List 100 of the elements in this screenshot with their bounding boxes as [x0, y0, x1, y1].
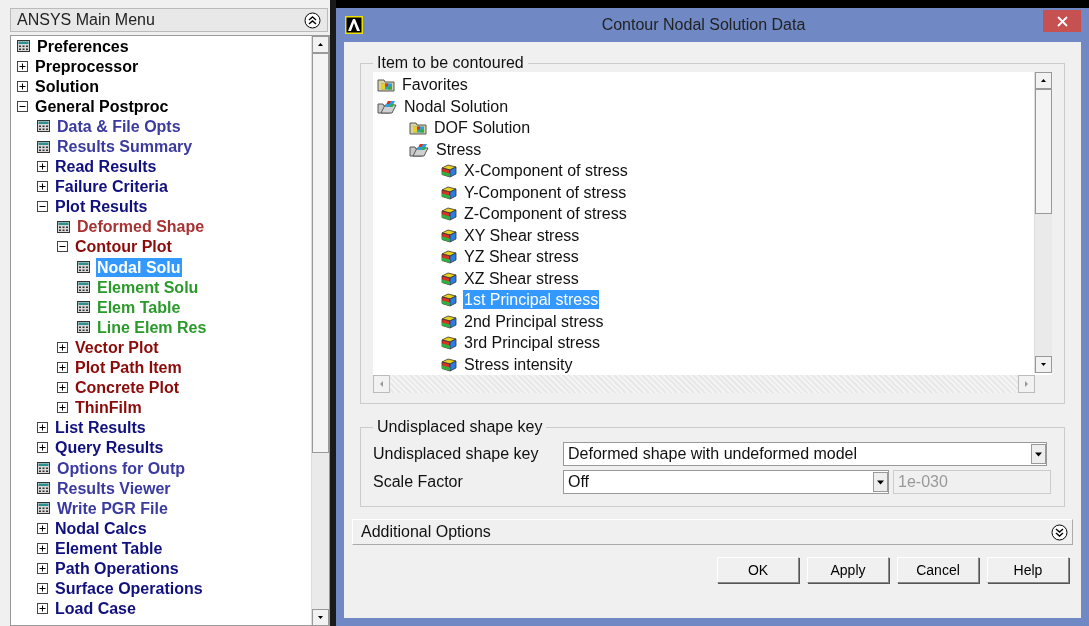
menu-item[interactable]: Concrete Plot — [74, 378, 180, 398]
scroll-up-icon[interactable] — [1035, 72, 1052, 89]
menu-item[interactable]: Query Results — [54, 438, 165, 458]
expand-icon[interactable] — [37, 583, 48, 595]
cube-icon — [441, 292, 457, 308]
cube-icon — [441, 335, 457, 351]
folder-icon — [377, 77, 395, 93]
expand-icon[interactable] — [17, 60, 28, 72]
tree-item[interactable]: DOF Solution — [433, 118, 532, 138]
expand-icon[interactable] — [37, 422, 48, 434]
collapse-icon[interactable] — [304, 11, 321, 29]
open-folder-icon — [409, 141, 429, 157]
expand-icon[interactable] — [57, 362, 68, 374]
expand-icon[interactable] — [37, 181, 48, 193]
cube-icon — [441, 356, 457, 372]
tree-item[interactable]: XY Shear stress — [463, 225, 581, 245]
tree-item[interactable]: XZ Shear stress — [463, 268, 580, 288]
menu-item[interactable]: Element Solu — [96, 277, 200, 297]
menu-item[interactable]: Line Elem Res — [96, 317, 208, 337]
scrollbar[interactable] — [1034, 72, 1052, 373]
tree-item[interactable]: Z-Component of stress — [463, 204, 628, 224]
cube-icon — [441, 163, 457, 179]
group-title: Item to be contoured — [376, 54, 525, 72]
additional-options-bar[interactable]: Additional Options — [352, 519, 1073, 545]
menu-item[interactable]: Results Viewer — [56, 478, 172, 498]
cube-icon — [441, 249, 457, 265]
menu-item[interactable]: Deformed Shape — [76, 217, 206, 237]
menu-item[interactable]: Element Table — [54, 538, 164, 558]
dialog-button[interactable]: Cancel — [897, 557, 979, 583]
menu-item[interactable]: Write PGR File — [56, 498, 169, 518]
calculator-icon — [17, 40, 30, 53]
calculator-icon — [37, 502, 50, 515]
menu-item[interactable]: Solution — [34, 76, 100, 96]
menu-item[interactable]: Failure Criteria — [54, 177, 169, 197]
collapse-icon[interactable] — [57, 241, 68, 253]
menu-item[interactable]: Preprocessor — [34, 56, 140, 76]
menu-title: ANSYS Main Menu — [17, 11, 155, 29]
collapse-icon[interactable] — [37, 201, 48, 213]
menu-item[interactable]: Preferences — [36, 36, 130, 56]
expand-icon[interactable] — [37, 563, 48, 574]
menu-item[interactable]: ThinFilm — [74, 398, 143, 418]
menu-item[interactable]: Path Operations — [54, 559, 180, 578]
cube-icon — [441, 227, 457, 243]
tree-item[interactable]: Favorites — [401, 75, 469, 95]
close-icon[interactable] — [1056, 15, 1068, 27]
menu-item[interactable]: Vector Plot — [74, 337, 160, 357]
cube-icon — [441, 313, 457, 329]
scroll-up-icon[interactable] — [312, 36, 329, 53]
menu-item[interactable]: Surface Operations — [54, 579, 204, 599]
calculator-icon — [77, 301, 90, 314]
expand-icon[interactable] — [57, 382, 68, 394]
menu-item[interactable]: Elem Table — [96, 297, 182, 317]
expand-icon[interactable] — [37, 161, 48, 173]
tree-item[interactable]: Stress — [435, 139, 483, 159]
group-title: Undisplaced shape key — [376, 418, 544, 436]
tree-item[interactable]: 3rd Principal stress — [463, 333, 602, 353]
tree-item[interactable]: Nodal Solution — [403, 96, 510, 116]
dialog-button[interactable]: Help — [987, 557, 1069, 583]
scroll-down-icon[interactable] — [1035, 356, 1052, 373]
menu-item[interactable]: Load Case — [54, 599, 137, 619]
scroll-down-icon[interactable] — [312, 609, 329, 625]
expand-icon[interactable] — [37, 442, 48, 454]
expand-icon[interactable] — [37, 522, 48, 534]
collapse-icon[interactable] — [17, 100, 28, 112]
close-button[interactable] — [1043, 10, 1081, 32]
tree-item[interactable]: X-Component of stress — [463, 161, 629, 181]
open-folder-icon — [377, 98, 397, 114]
dropdown[interactable]: Deformed shape with undeformed model — [563, 442, 1047, 466]
tree-item[interactable]: YZ Shear stress — [463, 247, 580, 267]
scrollbar[interactable] — [311, 36, 329, 625]
expand-icon[interactable] — [37, 603, 48, 615]
expand-icon[interactable] — [57, 341, 68, 353]
dialog-button[interactable]: OK — [717, 557, 799, 583]
menu-item[interactable]: Contour Plot — [74, 237, 173, 257]
calculator-icon — [37, 482, 50, 495]
tree-item[interactable]: Stress intensity — [463, 354, 574, 374]
expand-icon[interactable] — [37, 542, 48, 554]
menu-item[interactable]: List Results — [54, 418, 147, 438]
field-label: Undisplaced shape key — [373, 445, 540, 463]
tree-item[interactable]: 2nd Principal stress — [463, 311, 605, 331]
dropdown[interactable]: Off — [563, 470, 889, 494]
expand-icon[interactable] — [57, 402, 68, 414]
calculator-icon — [57, 220, 70, 233]
calculator-icon — [37, 120, 50, 133]
expand-icon[interactable] — [17, 80, 28, 92]
menu-item[interactable]: Data & File Opts — [56, 116, 182, 136]
menu-item[interactable]: Options for Outp — [56, 458, 186, 478]
calculator-icon — [77, 261, 90, 274]
menu-item[interactable]: Results Summary — [56, 137, 194, 156]
dialog-title: Contour Nodal Solution Data — [600, 16, 807, 34]
calculator-icon — [77, 321, 90, 334]
expand-icon[interactable] — [1051, 523, 1068, 541]
menu-item[interactable]: Read Results — [54, 157, 158, 177]
menu-item[interactable]: Plot Results — [54, 197, 149, 217]
tree-item[interactable]: Y-Component of stress — [463, 182, 628, 202]
menu-item[interactable]: General Postproc — [34, 96, 170, 116]
dialog-button[interactable]: Apply — [807, 557, 889, 583]
menu-item[interactable]: Nodal Calcs — [54, 518, 148, 538]
menu-item[interactable]: Plot Path Item — [74, 358, 183, 378]
calculator-icon — [37, 462, 50, 474]
